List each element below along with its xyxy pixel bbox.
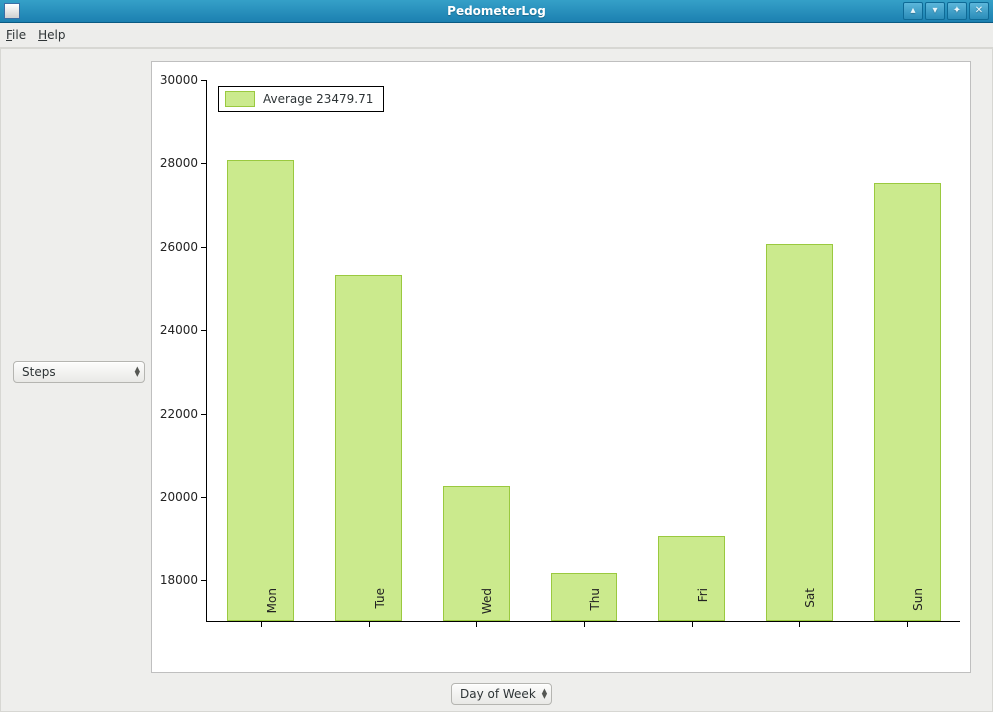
y-tick [201, 80, 207, 81]
chart-panel: Average 23479.71 18000200002200024000260… [151, 61, 971, 673]
x-tick-label: Sat [803, 588, 817, 628]
x-tick [692, 621, 693, 627]
x-tick-label: Thu [588, 588, 602, 628]
window-titlebar: PedometerLog ▴ ▾ ✦ ✕ [0, 0, 993, 23]
x-tick-label: Wed [480, 588, 494, 628]
y-tick [201, 580, 207, 581]
y-tick [201, 163, 207, 164]
x-tick-label: Fri [696, 588, 710, 628]
chart-plot-area: 18000200002200024000260002800030000MonTu… [206, 80, 960, 622]
y-axis-selector-wrap: Steps ▲▼ [13, 361, 145, 383]
menu-help-label-rest: elp [47, 28, 65, 42]
x-tick [261, 621, 262, 627]
y-tick-label: 18000 [150, 573, 198, 587]
x-tick [369, 621, 370, 627]
chart-bar [874, 183, 941, 621]
x-tick [799, 621, 800, 627]
x-tick [907, 621, 908, 627]
y-tick-label: 28000 [150, 156, 198, 170]
menu-file-label-rest: ile [12, 28, 26, 42]
y-tick-label: 20000 [150, 490, 198, 504]
x-tick-label: Tue [373, 588, 387, 628]
x-tick-label: Sun [911, 588, 925, 628]
window-close-button[interactable]: ✕ [969, 2, 989, 20]
x-tick-label: Mon [265, 588, 279, 628]
y-tick-label: 30000 [150, 73, 198, 87]
x-axis-selector-wrap: Day of Week ▲▼ [451, 683, 552, 705]
y-tick-label: 26000 [150, 240, 198, 254]
x-tick [476, 621, 477, 627]
chart-bar [766, 244, 833, 621]
y-tick [201, 414, 207, 415]
spinner-icon: ▲▼ [135, 367, 140, 377]
y-tick-label: 24000 [150, 323, 198, 337]
chart-bar [335, 275, 402, 621]
chart-bar [551, 573, 618, 621]
x-axis-selector[interactable]: Day of Week ▲▼ [451, 683, 552, 705]
y-tick [201, 330, 207, 331]
x-axis-selector-value: Day of Week [460, 687, 536, 701]
spinner-icon: ▲▼ [542, 689, 547, 699]
window-minimize-button[interactable]: ▾ [925, 2, 945, 20]
y-axis-selector-value: Steps [22, 365, 56, 379]
y-tick [201, 497, 207, 498]
client-area: Steps ▲▼ Average 23479.71 18000200002200… [0, 48, 993, 712]
menu-file[interactable]: File [6, 28, 26, 42]
y-tick-label: 22000 [150, 407, 198, 421]
y-tick [201, 247, 207, 248]
chart-bar [443, 486, 510, 622]
app-icon [4, 3, 20, 19]
chart-bar [658, 536, 725, 621]
x-tick [584, 621, 585, 627]
window-controls: ▴ ▾ ✦ ✕ [903, 2, 993, 20]
window-maximize-button[interactable]: ✦ [947, 2, 967, 20]
window-shade-button[interactable]: ▴ [903, 2, 923, 20]
chart-bar [227, 160, 294, 621]
menu-bar: File Help [0, 23, 993, 48]
y-axis-selector[interactable]: Steps ▲▼ [13, 361, 145, 383]
menu-help[interactable]: Help [38, 28, 65, 42]
window-title: PedometerLog [0, 4, 993, 18]
